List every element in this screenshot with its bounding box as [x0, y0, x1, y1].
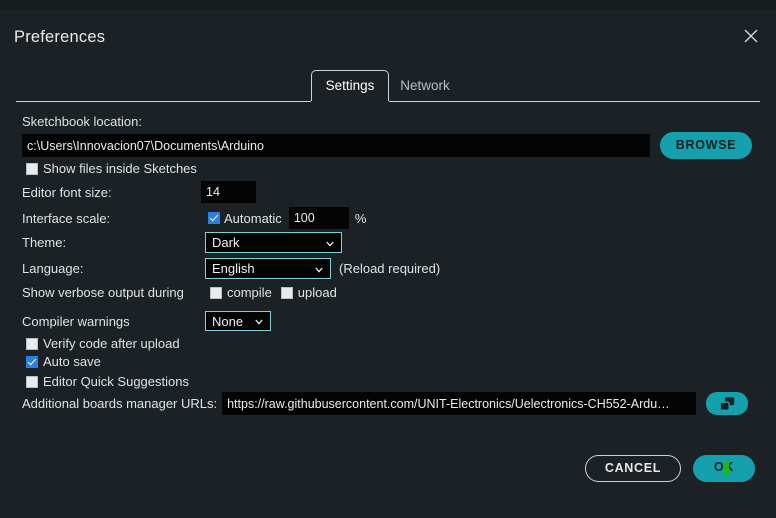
- interface-scale-unit: %: [354, 210, 367, 226]
- dialog-title-bar: Preferences: [0, 10, 776, 66]
- open-window-icon: [719, 396, 734, 411]
- interface-scale-input[interactable]: [288, 207, 349, 229]
- compiler-warnings-select-value: None: [212, 313, 244, 329]
- interface-scale-row: Interface scale: Automatic %: [22, 207, 366, 229]
- compiler-warnings-label: Compiler warnings: [22, 313, 130, 329]
- theme-label: Theme:: [22, 235, 67, 250]
- additional-boards-urls-input[interactable]: [222, 392, 697, 415]
- show-files-inside-sketches-row: Show files inside Sketches: [26, 161, 197, 176]
- window-top-strip: [0, 0, 776, 10]
- auto-save-checkbox[interactable]: [26, 355, 38, 368]
- tab-network[interactable]: Network: [391, 70, 459, 101]
- ok-button[interactable]: OK: [693, 455, 755, 482]
- close-glyph: [744, 29, 758, 43]
- text-cursor-indicator: [724, 461, 729, 476]
- verbose-compile-checkbox[interactable]: [210, 286, 222, 299]
- theme-select-value: Dark: [212, 235, 240, 250]
- auto-save-label[interactable]: Auto save: [43, 354, 101, 369]
- additional-boards-urls-label: Additional boards manager URLs:: [22, 396, 218, 411]
- page-title: Preferences: [14, 28, 106, 46]
- sketchbook-location-label: Sketchbook location:: [22, 114, 142, 129]
- editor-font-size-input[interactable]: [201, 181, 256, 203]
- theme-select[interactable]: Dark: [205, 232, 342, 253]
- theme-row: Theme: Dark: [22, 232, 342, 253]
- chevron-down-icon: [326, 241, 334, 247]
- tab-underline-right: [389, 101, 760, 102]
- editor-font-size-label: Editor font size:: [22, 184, 112, 200]
- language-reload-note: (Reload required): [339, 261, 441, 276]
- interface-scale-automatic-checkbox[interactable]: [208, 212, 220, 224]
- tab-bar: Settings Network: [0, 70, 776, 102]
- language-label: Language:: [22, 261, 84, 276]
- verbose-output-row: Show verbose output during compile uploa…: [22, 285, 337, 300]
- language-row: Language: English (Reload required): [22, 258, 440, 279]
- editor-font-size-row: Editor font size:: [22, 181, 256, 203]
- interface-scale-automatic-label[interactable]: Automatic: [224, 211, 282, 226]
- compiler-warnings-row: Compiler warnings None: [22, 311, 271, 331]
- interface-scale-label: Interface scale:: [22, 210, 111, 226]
- open-window-icon-button[interactable]: [706, 392, 749, 415]
- tab-settings[interactable]: Settings: [311, 70, 389, 101]
- tab-underline-left: [16, 101, 311, 102]
- close-icon[interactable]: [740, 28, 762, 50]
- browse-button[interactable]: BROWSE: [660, 132, 752, 159]
- cancel-button[interactable]: CANCEL: [585, 455, 681, 482]
- chevron-down-icon: [315, 267, 323, 273]
- editor-quick-suggestions-row: Editor Quick Suggestions: [26, 374, 189, 389]
- verbose-compile-label[interactable]: compile: [227, 285, 272, 300]
- verbose-upload-checkbox[interactable]: [280, 286, 293, 299]
- verify-code-after-upload-checkbox[interactable]: [26, 337, 38, 350]
- preferences-dialog: Preferences Settings Network Sketchbook …: [0, 0, 776, 518]
- compiler-warnings-select[interactable]: None: [205, 311, 271, 331]
- language-select[interactable]: English: [205, 258, 331, 279]
- show-files-inside-sketches-checkbox[interactable]: [26, 162, 38, 175]
- sketchbook-location-input[interactable]: [22, 134, 650, 157]
- sketchbook-location-row-label: Sketchbook location:: [22, 114, 142, 129]
- show-files-inside-sketches-label[interactable]: Show files inside Sketches: [43, 161, 197, 176]
- sketchbook-location-row: BROWSE: [22, 132, 752, 159]
- verify-code-after-upload-row: Verify code after upload: [26, 336, 180, 351]
- language-select-value: English: [212, 261, 255, 276]
- editor-quick-suggestions-label[interactable]: Editor Quick Suggestions: [43, 374, 189, 389]
- auto-save-row: Auto save: [26, 354, 101, 369]
- additional-boards-urls-row: Additional boards manager URLs:: [22, 392, 749, 415]
- editor-quick-suggestions-checkbox[interactable]: [26, 375, 38, 388]
- verify-code-after-upload-label[interactable]: Verify code after upload: [43, 336, 180, 351]
- verbose-upload-label[interactable]: upload: [298, 285, 337, 300]
- verbose-output-label: Show verbose output during: [22, 285, 184, 300]
- chevron-down-icon: [255, 319, 263, 325]
